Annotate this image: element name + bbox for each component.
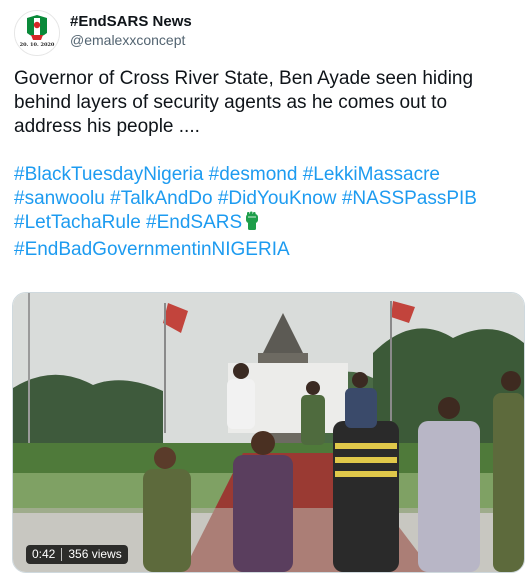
video-player[interactable]: 0:42 356 views [12,292,525,573]
video-info-badge: 0:42 356 views [26,545,128,564]
hashtag-line-2: #sanwoolu #TalkAndDo #DidYouKnow #NASSPa… [14,187,518,211]
hashtag-link[interactable]: #LekkiMassacre [303,164,440,185]
hashtag-link[interactable]: #EndBadGovernmentinNIGERIA [14,239,290,260]
endsars-logo-icon [15,11,59,55]
hashtag-line-3: #LetTachaRule #EndSARS [14,211,518,238]
hashtag-link[interactable]: #DidYouKnow [218,188,337,209]
hashtag-link[interactable]: #EndSARS [146,212,242,233]
video-duration: 0:42 [32,547,56,561]
tweet-text: Governor of Cross River State, Ben Ayade… [14,68,474,137]
video-views: 356 views [68,547,122,561]
hashtag-line-1: #BlackTuesdayNigeria #desmond #LekkiMass… [14,163,518,187]
tweet-body: Governor of Cross River State, Ben Ayade… [14,67,518,262]
hashtag-link[interactable]: #sanwoolu [14,188,105,209]
hashtag-link[interactable]: #BlackTuesdayNigeria [14,164,203,185]
tweet-card[interactable]: 20. 10. 2020 #EndSARS News @emalexxconce… [0,0,532,576]
avatar-caption: 20. 10. 2020 [19,42,55,48]
display-name[interactable]: #EndSARS News [70,12,192,31]
hashtag-block: #BlackTuesdayNigeria #desmond #LekkiMass… [14,163,518,262]
author-names: #EndSARS News @emalexxconcept [70,12,192,49]
hashtag-line-4: #EndBadGovernmentinNIGERIA [14,238,518,262]
avatar[interactable]: 20. 10. 2020 [14,10,60,56]
raised-fist-icon [244,211,260,238]
user-handle[interactable]: @emalexxconcept [70,31,192,49]
hashtag-link[interactable]: #desmond [209,164,298,185]
badge-divider [61,548,63,561]
tweet-header: 20. 10. 2020 #EndSARS News @emalexxconce… [14,10,192,56]
video-thumbnail [13,293,524,572]
hashtag-link[interactable]: #NASSPassPIB [342,188,477,209]
hashtag-link[interactable]: #LetTachaRule [14,212,141,233]
hashtag-link[interactable]: #TalkAndDo [110,188,212,209]
